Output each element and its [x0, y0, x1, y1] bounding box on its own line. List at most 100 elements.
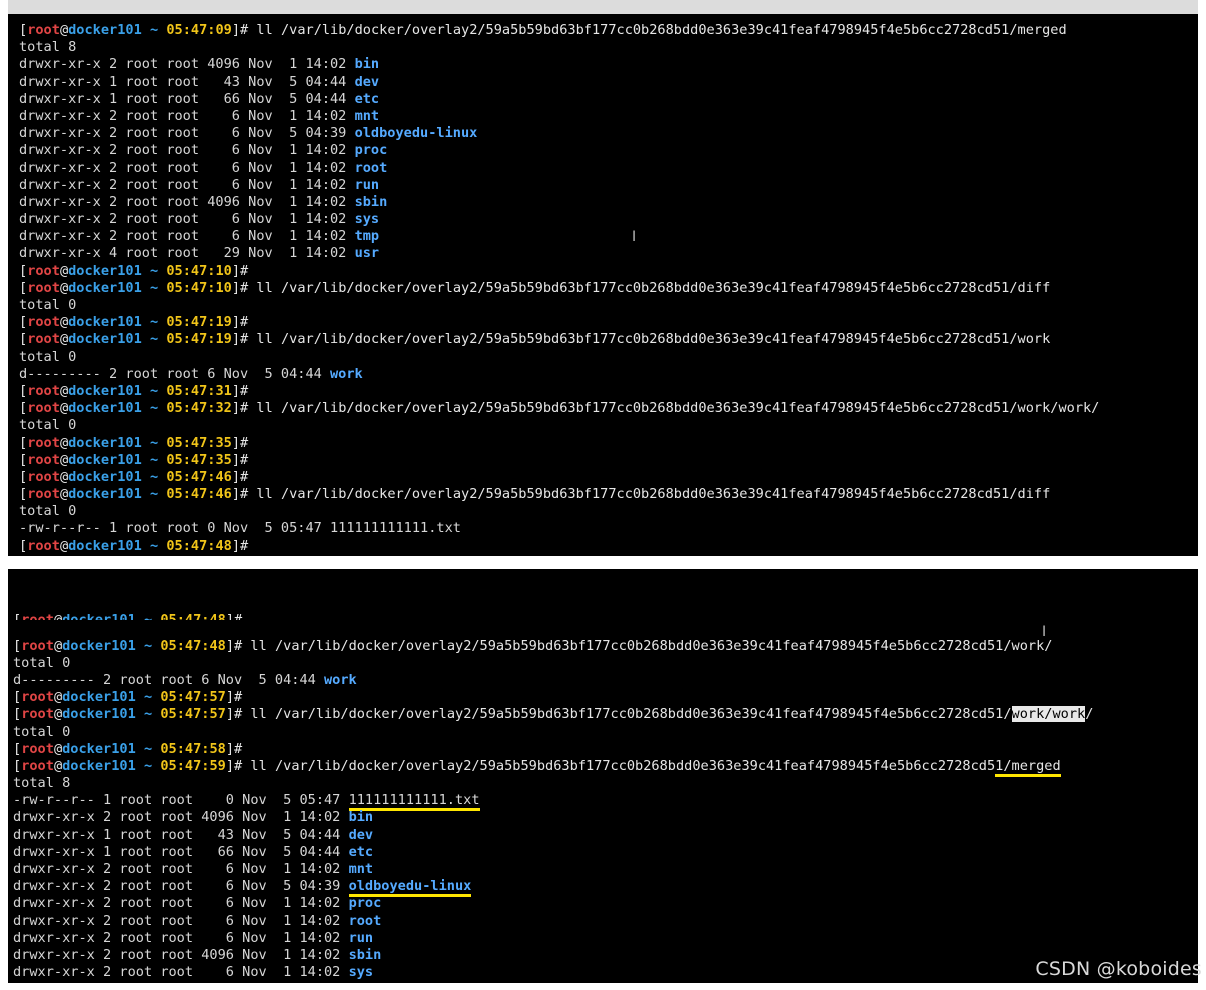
- entry-meta: -rw-r--r-- 1 root root 0 Nov 5 05:47: [19, 520, 330, 537]
- entry-meta: drwxr-xr-x 2 root root 6 Nov 5 04:39: [13, 878, 349, 895]
- prompt-bracket-open: [: [19, 486, 28, 503]
- listing-entry: drwxr-xr-x 2 root root 6 Nov 1 14:02 run: [19, 177, 1198, 194]
- entry-dir-name: bin: [354, 56, 380, 73]
- listing-entry: drwxr-xr-x 1 root root 66 Nov 5 04:44 et…: [19, 91, 1198, 108]
- prompt-bracket-open: [: [19, 382, 28, 399]
- prompt-time: 05:47:57: [160, 706, 226, 723]
- entry-meta: drwxr-xr-x 2 root root 6 Nov 1 14:02: [19, 107, 355, 124]
- entry-meta: drwxr-xr-x 2 root root 6 Nov 1 14:02: [19, 142, 355, 159]
- prompt-user: root: [21, 637, 54, 654]
- listing-entry: -rw-r--r-- 1 root root 0 Nov 5 05:47 111…: [13, 792, 1198, 812]
- prompt-host: docker101: [62, 637, 136, 654]
- prompt-user: root: [27, 262, 60, 279]
- prompt-line: [root@docker101 ~ 05:47:48]# ll /var/lib…: [13, 638, 1198, 655]
- prompt-at: @: [59, 537, 69, 554]
- entry-file-name: 111111111111.txt: [330, 520, 461, 537]
- entry-dir-name: sbin: [354, 193, 388, 210]
- entry-dir-name: proc: [354, 142, 388, 159]
- prompt-time: 05:47:09: [166, 22, 232, 38]
- entry-meta: d--------- 2 root root 6 Nov 5 04:44: [19, 365, 330, 382]
- prompt-bracket-close: ]#: [231, 451, 249, 468]
- prompt-user: root: [27, 382, 60, 399]
- prompt-host: docker101: [68, 279, 142, 296]
- terminal-top[interactable]: [root@docker101 ~ 05:47:09]# ll /var/lib…: [8, 14, 1198, 556]
- entry-meta: drwxr-xr-x 2 root root 4096 Nov 1 14:02: [19, 193, 355, 210]
- prompt-at: @: [53, 740, 63, 757]
- prompt-tilde: ~: [149, 451, 159, 468]
- prompt-at: @: [59, 434, 69, 451]
- prompt-bracket-open: [: [13, 740, 22, 757]
- prompt-line: [root@docker101 ~ 05:47:10]# ll /var/lib…: [19, 280, 1198, 297]
- listing-entry: drwxr-xr-x 2 root root 6 Nov 1 14:02 tmp: [13, 981, 1198, 983]
- prompt-tilde: ~: [149, 537, 159, 554]
- entry-meta: drwxr-xr-x 2 root root 6 Nov 1 14:02: [19, 176, 355, 193]
- entry-dir-name: sys: [348, 964, 374, 981]
- entry-meta: -rw-r--r-- 1 root root 0 Nov 5 05:47: [13, 792, 349, 809]
- listing-entry: drwxr-xr-x 1 root root 43 Nov 5 04:44 de…: [13, 827, 1198, 844]
- output-line: total 0: [19, 349, 1198, 366]
- entry-dir-name: mnt: [348, 861, 374, 878]
- prompt-host: docker101: [68, 486, 142, 503]
- command-text: ll /var/lib/docker/overlay2/59a5b59bd63b…: [242, 757, 996, 774]
- prompt-line: [root@docker101 ~ 05:47:59]# ll /var/lib…: [13, 757, 1198, 777]
- entry-meta: drwxr-xr-x 2 root root 6 Nov 1 14:02: [13, 964, 349, 981]
- prompt-line: [root@docker101 ~ 05:47:19]# ll /var/lib…: [19, 331, 1198, 348]
- output-line: total 0: [13, 655, 1198, 672]
- output-text: total 0: [19, 503, 77, 520]
- prompt-user: root: [27, 537, 60, 554]
- prompt-bracket-open: [: [19, 22, 28, 38]
- prompt-bracket-open: [: [19, 400, 28, 417]
- prompt-bracket-close: ]#: [225, 706, 243, 723]
- entry-dir-name: sys: [354, 211, 380, 228]
- selected-text[interactable]: work/work: [1011, 706, 1086, 723]
- entry-meta: drwxr-xr-x 2 root root 4096 Nov 1 14:02: [19, 56, 355, 73]
- prompt-line: [root@docker101 ~ 05:47:19]#: [19, 314, 1198, 331]
- prompt-tilde: ~: [143, 740, 153, 757]
- prompt-time: 05:47:46: [166, 486, 232, 503]
- prompt-time: 05:47:48: [160, 637, 226, 654]
- prompt-tilde: ~: [149, 468, 159, 485]
- prompt-bracket-close: ]#: [231, 486, 249, 503]
- prompt-host: docker101: [62, 757, 136, 774]
- entry-meta: drwxr-xr-x 2 root root 6 Nov 1 14:02: [19, 159, 355, 176]
- prompt-user: root: [27, 468, 60, 485]
- prompt-time: 05:47:46: [166, 468, 232, 485]
- entry-dir-name: mnt: [354, 107, 380, 124]
- prompt-line: [root@docker101 ~ 05:47:35]#: [19, 435, 1198, 452]
- prompt-at: @: [59, 486, 69, 503]
- output-text: total 8: [13, 775, 71, 792]
- prompt-user: root: [27, 314, 60, 331]
- listing-entry: drwxr-xr-x 2 root root 6 Nov 1 14:02 roo…: [13, 913, 1198, 930]
- prompt-host: docker101: [68, 537, 142, 554]
- prompt-bracket-close: ]#: [231, 279, 249, 296]
- entry-meta: drwxr-xr-x 1 root root 66 Nov 5 04:44: [19, 90, 355, 107]
- prompt-user: root: [27, 434, 60, 451]
- listing-entry: drwxr-xr-x 2 root root 6 Nov 1 14:02 pro…: [13, 895, 1198, 912]
- entry-meta: drwxr-xr-x 1 root root 43 Nov 5 04:44: [19, 73, 355, 90]
- output-text: total 0: [19, 417, 77, 434]
- entry-dir-name: usr: [354, 245, 380, 262]
- prompt-user: root: [21, 612, 54, 621]
- prompt-tilde: ~: [149, 22, 159, 38]
- prompt-time: 05:47:48: [166, 537, 232, 554]
- terminal-bottom[interactable]: [root@docker101 ~ 05:47:48]# [root@docke…: [8, 569, 1198, 983]
- prompt-line: [root@docker101 ~ 05:47:35]#: [19, 452, 1198, 469]
- command-text: ll /var/lib/docker/overlay2/59a5b59bd63b…: [248, 279, 1051, 296]
- entry-dir-name: etc: [354, 90, 380, 107]
- prompt-line: [root@docker101 ~ 05:47:46]#: [19, 469, 1198, 486]
- listing-entry: drwxr-xr-x 2 root root 6 Nov 1 14:02 sys: [13, 964, 1198, 981]
- prompt-user: root: [27, 331, 60, 348]
- prompt-bracket-close: ]#: [231, 22, 249, 38]
- prompt-bracket-open: [: [19, 262, 28, 279]
- prompt-at: @: [59, 314, 69, 331]
- prompt-bracket-open: [: [13, 689, 22, 706]
- prompt-bracket-close: ]#: [225, 689, 243, 706]
- output-line: total 0: [19, 503, 1198, 520]
- entry-dir-name: bin: [348, 809, 374, 826]
- entry-dir-name: dev: [354, 73, 380, 90]
- output-line: total 0: [19, 417, 1198, 434]
- listing-entry: drwxr-xr-x 2 root root 4096 Nov 1 14:02 …: [19, 56, 1198, 73]
- prompt-line: [root@docker101 ~ 05:47:48]#: [19, 538, 1198, 555]
- output-line: total 8: [13, 775, 1198, 792]
- entry-meta: drwxr-xr-x 2 root root 6 Nov 1 14:02: [13, 895, 349, 912]
